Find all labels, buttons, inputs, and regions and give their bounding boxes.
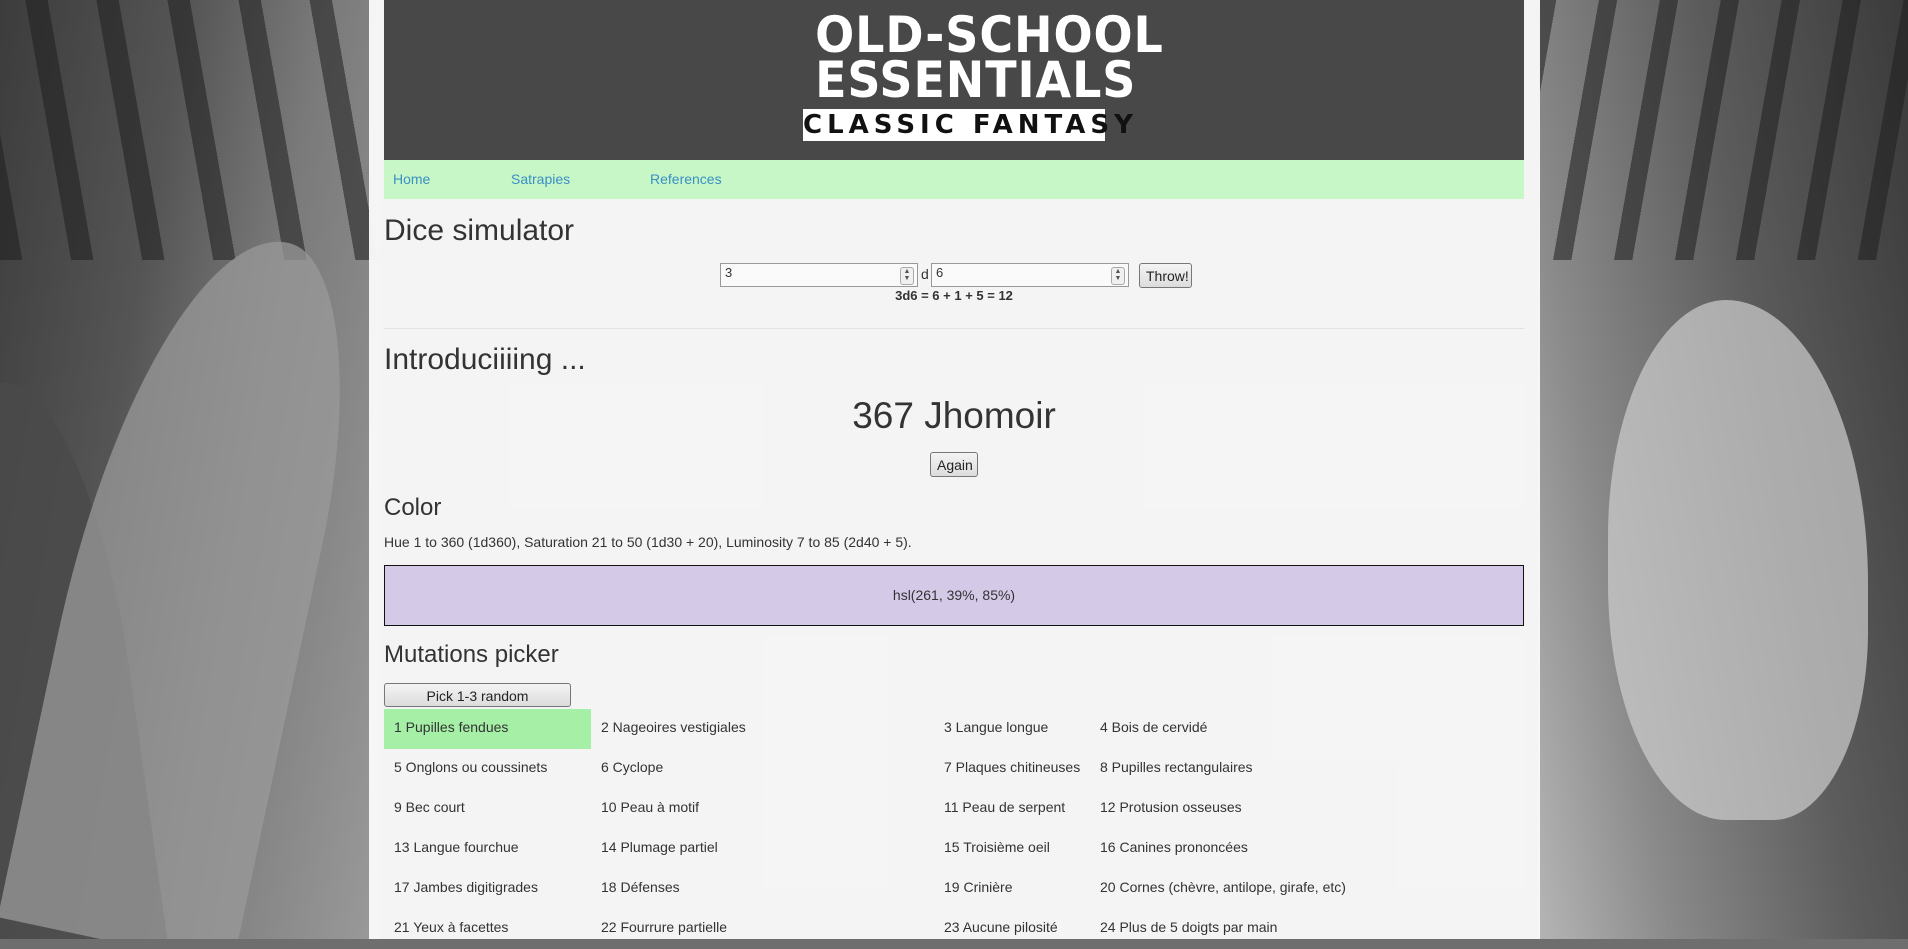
generated-name: 367 Jhomoir xyxy=(852,395,1056,436)
mutation-item: 9 Bec court xyxy=(394,799,465,815)
color-description: Hue 1 to 360 (1d360), Saturation 21 to 5… xyxy=(384,534,912,550)
mutation-item: 18 Défenses xyxy=(601,879,680,895)
dice-simulator-title: Dice simulator xyxy=(384,214,575,247)
mutation-item: 11 Peau de serpent xyxy=(944,799,1066,815)
mutation-item: 21 Yeux à facettes xyxy=(394,919,509,935)
section-divider xyxy=(384,328,1524,329)
dice-count-spinner-icon[interactable]: ▲ ▼ xyxy=(900,267,914,285)
mutation-item: 14 Plumage partiel xyxy=(601,839,718,855)
dice-sides-value: 6 xyxy=(936,265,944,280)
dice-sides-spinner-icon[interactable]: ▲ ▼ xyxy=(1111,267,1125,285)
mutation-item: 19 Crinière xyxy=(944,879,1013,895)
nav-link-home[interactable]: Home xyxy=(393,171,430,187)
mutation-item: 17 Jambes digitigrades xyxy=(394,879,538,895)
logo-subtitle: CLASSIC FANTASY xyxy=(803,109,1138,141)
mutation-item: 3 Langue longue xyxy=(944,719,1049,735)
mutation-item: 16 Canines prononcées xyxy=(1100,839,1248,855)
mutation-item: 1 Pupilles fendues xyxy=(384,709,591,749)
mutation-item: 24 Plus de 5 doigts par main xyxy=(1100,919,1278,935)
page-container: OLD-SCHOOL ESSENTIALS CLASSIC FANTASY Ho… xyxy=(369,0,1540,939)
mutation-item: 5 Onglons ou coussinets xyxy=(394,759,548,775)
dice-separator: d xyxy=(921,266,929,282)
mutation-item: 23 Aucune pilosité xyxy=(944,919,1058,935)
mutation-item: 10 Peau à motif xyxy=(601,799,700,815)
mutation-item: 15 Troisième oeil xyxy=(944,839,1050,855)
dice-count-value: 3 xyxy=(725,265,733,280)
color-swatch: hsl(261, 39%, 85%) xyxy=(384,565,1524,626)
nav-link-references[interactable]: References xyxy=(650,171,722,187)
site-header: OLD-SCHOOL ESSENTIALS CLASSIC FANTASY xyxy=(384,0,1524,160)
mutation-item: 4 Bois de cervidé xyxy=(1100,719,1208,735)
dice-count-input[interactable]: 3 ▲ ▼ xyxy=(720,263,918,287)
pick-mutations-button[interactable]: Pick 1-3 random mutation(s) xyxy=(384,683,571,726)
site-logo[interactable]: OLD-SCHOOL ESSENTIALS CLASSIC FANTASY xyxy=(803,10,1163,141)
mutation-item: 12 Protusion osseuses xyxy=(1100,799,1242,815)
mutations-title: Mutations picker xyxy=(384,641,559,668)
dice-result: 3d6 = 6 + 1 + 5 = 12 xyxy=(895,288,1013,303)
mutation-item: 6 Cyclope xyxy=(601,759,664,775)
mutation-item: 20 Cornes (chèvre, antilope, girafe, etc… xyxy=(1100,879,1346,895)
mutation-item: 22 Fourrure partielle xyxy=(601,919,728,935)
color-title: Color xyxy=(384,494,442,521)
nav-link-satrapies[interactable]: Satrapies xyxy=(511,171,570,187)
again-button[interactable]: Again xyxy=(930,452,978,477)
dice-sides-input[interactable]: 6 ▲ ▼ xyxy=(931,263,1129,287)
intro-title: Introduciiiing ... xyxy=(384,343,586,376)
throw-button[interactable]: Throw! xyxy=(1139,263,1192,288)
mutation-item: 13 Langue fourchue xyxy=(394,839,519,855)
mutation-item: 8 Pupilles rectangulaires xyxy=(1100,759,1253,775)
mutation-item: 2 Nageoires vestigiales xyxy=(601,719,746,735)
logo-line-2: ESSENTIALS xyxy=(815,51,1137,109)
mutation-item: 7 Plaques chitineuses xyxy=(944,759,1081,775)
navbar: Home Satrapies References xyxy=(384,160,1524,199)
